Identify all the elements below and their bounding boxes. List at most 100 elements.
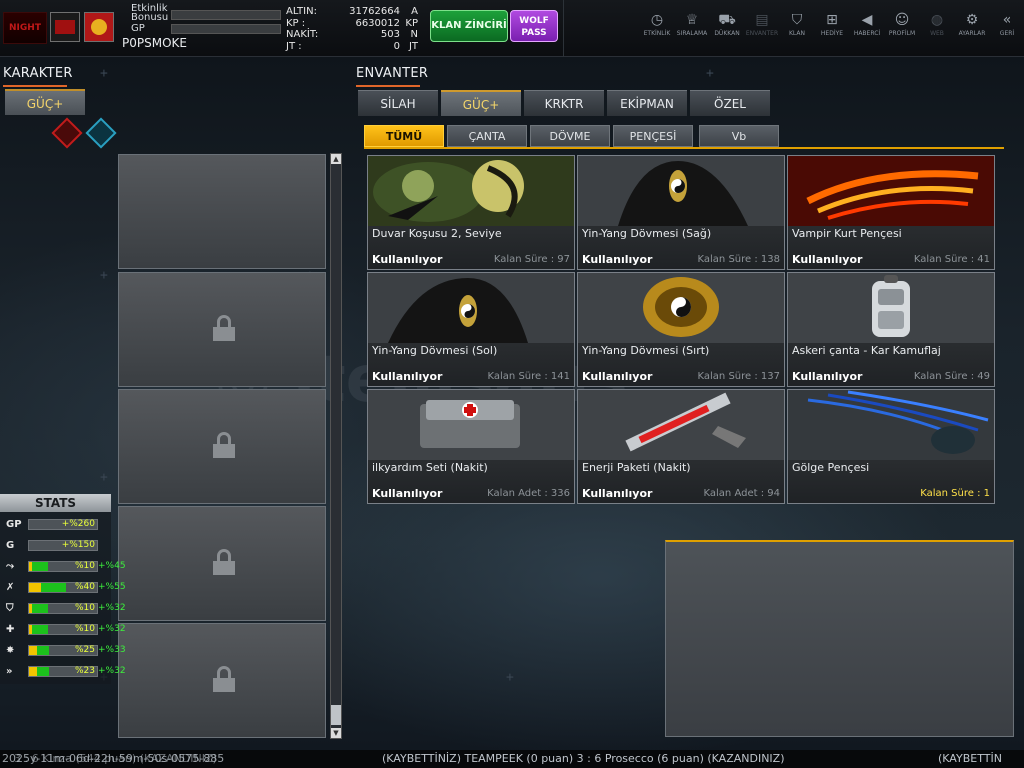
envanter-title: ENVANTER — [356, 66, 429, 81]
tab-ekipman[interactable]: EKİPMAN — [607, 90, 687, 116]
inventory-item[interactable]: Yin-Yang Dövmesi (Sol) Kullanılıyor Kala… — [367, 272, 575, 387]
stat-row: » %23 +%32 — [6, 665, 126, 678]
nav-profilm[interactable]: ☺ PROFİLM — [884, 10, 920, 38]
stat-value: +%260 — [61, 519, 95, 529]
yin-yang-tattoo-icon — [368, 273, 574, 343]
nav-label: HABERCİ — [853, 30, 881, 37]
stat-value: %25 — [74, 645, 95, 655]
subtab-underline — [364, 147, 1004, 149]
top-bar: NIGHT Etkinlik Bonusu GP P0PSMOKE ALTIN:… — [0, 0, 1024, 57]
nav-label: WEB — [930, 30, 944, 37]
grid-marker: + — [100, 66, 108, 81]
lock-icon — [213, 666, 235, 692]
rank-emblem[interactable] — [84, 12, 114, 42]
gift-icon: ⊞ — [826, 12, 838, 28]
tab-krktr[interactable]: KRKTR — [524, 90, 604, 116]
currency-value: 31762664 — [349, 6, 400, 17]
nav-web[interactable]: ◍ WEB — [919, 10, 955, 38]
item-preview-panel — [665, 540, 1014, 737]
klan-zinciri-button[interactable]: KLAN ZİNCİRİ — [430, 10, 508, 42]
stopwatch-icon: ◷ — [650, 12, 664, 28]
fire-claw-icon — [788, 156, 994, 226]
stat-value: %10 — [74, 624, 95, 634]
rank-medal-icon: ♕ — [685, 12, 699, 28]
item-remaining: Kalan Süre : 137 — [697, 371, 780, 382]
power-slot[interactable] — [118, 154, 326, 269]
currency-unit: JT — [408, 40, 418, 52]
nav-dukkan[interactable]: ⛟ DÜKKAN — [709, 10, 745, 38]
inventory-item[interactable]: Vampir Kurt Pençesi Kullanılıyor Kalan S… — [787, 155, 995, 270]
item-remaining: Kalan Süre : 49 — [913, 371, 990, 382]
subtab-pencesi[interactable]: PENÇESİ — [613, 125, 693, 147]
currency-unit: A — [411, 6, 418, 17]
inventory-item[interactable]: Yin-Yang Dövmesi (Sırt) Kullanılıyor Kal… — [577, 272, 785, 387]
grid-marker: + — [100, 470, 108, 485]
syringe-icon — [578, 390, 784, 460]
item-remaining: Kalan Süre : 1 — [920, 488, 990, 499]
nav-label: ENVANTER — [745, 30, 779, 37]
nav-label: SIRALAMA — [676, 30, 708, 37]
nav-label: DÜKKAN — [714, 30, 740, 37]
news-ticker: 2025y-11m-06d-22h-59m-50s-0575-885 3 : 6… — [0, 750, 1024, 768]
nav-hediye[interactable]: ⊞ HEDİYE — [814, 10, 850, 38]
currency-label: ALTIN: — [286, 6, 317, 17]
item-status: Kullanılıyor — [372, 487, 443, 500]
inventory-item[interactable]: Duvar Koşusu 2, Seviye Kullanılıyor Kala… — [367, 155, 575, 270]
nav-etkinlik[interactable]: ◷ ETKİNLİK — [639, 10, 675, 38]
inventory-item[interactable]: Askeri çanta - Kar Kamuflaj Kullanılıyor… — [787, 272, 995, 387]
tab-ozel[interactable]: ÖZEL — [690, 90, 770, 116]
stat-bonus: +%32 — [98, 603, 126, 613]
nav-siralama[interactable]: ♕ SIRALAMA — [674, 10, 710, 38]
nav-haberci[interactable]: ◀ HABERCİ — [849, 10, 885, 38]
topbar-divider — [563, 0, 564, 57]
nav-envanter[interactable]: ▤ ENVANTER — [744, 10, 780, 38]
stat-base-fill — [29, 583, 42, 592]
karakter-tab-guc[interactable]: GÜÇ+ — [5, 89, 85, 115]
currency-unit: N — [410, 29, 418, 40]
stat-g-icon: G — [6, 540, 15, 551]
ticker-text-continued: (KAYBETTİN — [938, 752, 1002, 765]
item-name: Duvar Koşusu 2, Seviye — [372, 227, 502, 240]
grid-marker: + — [506, 670, 514, 685]
health-icon: ✚ — [6, 624, 15, 635]
ticker-text-overlap: 3 : 6 Kinza (544 puan) (KAZANDINIZ) — [14, 752, 217, 765]
scroll-down-icon[interactable]: ▼ — [331, 728, 341, 738]
currency-unit: KP — [405, 17, 418, 29]
subtab-vb[interactable]: Vb — [699, 125, 779, 147]
nav-geri[interactable]: « GERİ — [989, 10, 1024, 38]
nav-klan[interactable]: ⛉ KLAN — [779, 10, 815, 38]
stat-bonus: +%55 — [98, 582, 126, 592]
inventory-item[interactable]: Yin-Yang Dövmesi (Sağ) Kullanılıyor Kala… — [577, 155, 785, 270]
inventory-item[interactable]: ilkyardım Seti (Nakit) Kullanılıyor Kala… — [367, 389, 575, 504]
currency-label: NAKİT: — [286, 29, 319, 40]
subtab-dovme[interactable]: DÖVME — [530, 125, 610, 147]
currency-value: 6630012 — [355, 17, 400, 29]
wolf-pass-button[interactable]: WOLF PASS — [510, 10, 558, 42]
game-logo: NIGHT — [3, 12, 47, 44]
wolf-skill-icon — [368, 156, 574, 226]
locked-slot — [118, 272, 326, 387]
inventory-item[interactable]: Gölge Pençesi Kalan Süre : 1 — [787, 389, 995, 504]
clan-emblem[interactable] — [50, 12, 80, 42]
subtab-tumu[interactable]: TÜMÜ — [364, 125, 444, 147]
inventory-item[interactable]: Enerji Paketi (Nakit) Kullanılıyor Kalan… — [577, 389, 785, 504]
tab-guc[interactable]: GÜÇ+ — [441, 90, 521, 116]
item-status: Kullanılıyor — [582, 253, 653, 266]
nav-ayarlar[interactable]: ⚙ AYARLAR — [954, 10, 990, 38]
jump-icon: ✗ — [6, 582, 15, 593]
item-name: Yin-Yang Dövmesi (Sırt) — [582, 344, 710, 357]
stat-bar: %23 — [28, 666, 98, 677]
subtab-canta[interactable]: ÇANTA — [447, 125, 527, 147]
stat-bonus-fill — [31, 604, 49, 613]
item-status: Kullanılıyor — [372, 370, 443, 383]
slots-scrollbar[interactable]: ▲ ▼ — [330, 153, 342, 739]
scroll-up-icon[interactable]: ▲ — [331, 154, 341, 164]
item-name: Yin-Yang Dövmesi (Sol) — [372, 344, 498, 357]
nav-label: KLAN — [788, 30, 805, 37]
scroll-thumb[interactable] — [331, 705, 341, 725]
tab-silah[interactable]: SİLAH — [358, 90, 438, 116]
stat-bar: %10 — [28, 561, 98, 572]
speed-icon: » — [6, 666, 13, 677]
backpack-icon — [788, 273, 994, 343]
stat-bonus: +%32 — [98, 624, 126, 634]
